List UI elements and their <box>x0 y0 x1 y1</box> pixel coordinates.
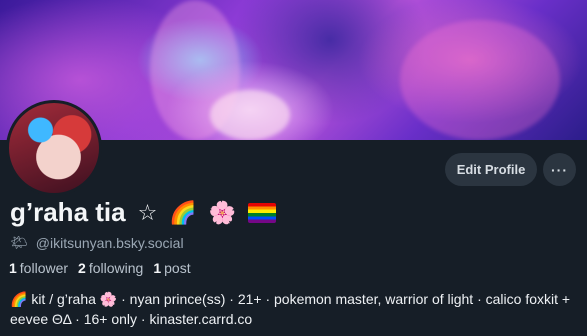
profile-handle[interactable]: @ikitsunyan.bsky.social <box>36 235 184 251</box>
followers-count: 1 <box>9 260 17 276</box>
profile-name-row: g’raha tia ☆ 🌈 🌸 <box>10 197 277 228</box>
following-label: following <box>88 260 144 276</box>
posts-label: post <box>164 260 191 276</box>
banner-glow <box>210 90 290 140</box>
profile-avatar[interactable] <box>6 100 102 196</box>
star-icon: ☆ <box>137 199 158 225</box>
following-link[interactable]: 2 following <box>78 260 143 276</box>
sun-icon: 🌤 <box>10 234 28 250</box>
more-options-button[interactable]: ··· <box>543 153 576 186</box>
handle-row: 🌤 @ikitsunyan.bsky.social <box>10 234 184 251</box>
followers-link[interactable]: 1 follower <box>9 260 68 276</box>
profile-stats: 1 follower 2 following 1 post <box>9 260 191 276</box>
posts-count: 1 <box>153 260 162 276</box>
more-icon: ··· <box>551 161 568 178</box>
followers-label: follower <box>19 260 69 276</box>
flower-icon: 🌸 <box>208 199 237 225</box>
following-count: 2 <box>78 260 86 276</box>
rainbow-icon: 🌈 <box>169 199 197 225</box>
posts-stat: 1 post <box>153 260 190 276</box>
profile-bio: 🌈 kit / g’raha 🌸 · nyan prince(ss) · 21+… <box>10 291 571 327</box>
banner-hair <box>400 20 560 140</box>
edit-profile-button[interactable]: Edit Profile <box>445 153 537 186</box>
display-name: g’raha tia <box>10 197 126 227</box>
rainbow-flag-icon <box>248 202 277 223</box>
